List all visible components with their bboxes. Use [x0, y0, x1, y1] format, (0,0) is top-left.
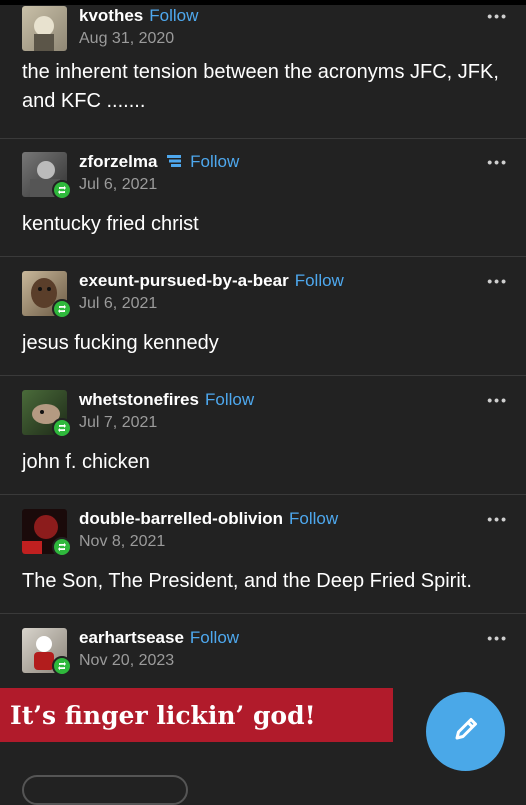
post-date: Jul 7, 2021 [79, 414, 158, 431]
post-text: jesus fucking kennedy [22, 332, 219, 354]
username[interactable]: exeunt-pursued-by-a-bear [79, 271, 289, 290]
username[interactable]: earhartsease [79, 628, 184, 647]
more-options-icon[interactable]: ••• [487, 154, 508, 170]
follow-button[interactable]: Follow [190, 152, 239, 171]
follow-button[interactable]: Follow [149, 6, 198, 25]
more-options-icon[interactable]: ••• [487, 392, 508, 408]
post-text: kentucky fried christ [22, 213, 199, 235]
reblog-icon [52, 180, 72, 200]
follow-button[interactable]: Follow [205, 390, 254, 409]
post: exeunt-pursued-by-a-bear Follow Jul 6, 20… [0, 257, 526, 376]
post-header: kvothes Follow [79, 6, 198, 26]
post-text: the inherent tension between the acronym… [22, 61, 499, 112]
more-options-icon[interactable]: ••• [487, 630, 508, 646]
post-date: Nov 8, 2021 [79, 533, 166, 550]
username[interactable]: zforzelma [79, 152, 157, 171]
post-image-banner: It’s finger lickin’ god! [0, 688, 393, 742]
post-date: Jul 6, 2021 [79, 295, 158, 312]
more-options-icon[interactable]: ••• [487, 8, 508, 24]
post-header: double-barrelled-oblivion Follow [79, 509, 338, 529]
post: double-barrelled-oblivion Follow Nov 8, 2… [0, 495, 526, 614]
post-text: john f. chicken [22, 451, 150, 473]
reblog-icon [52, 656, 72, 676]
post: kvothes Follow Aug 31, 2020 ••• the inher… [0, 0, 526, 139]
post-date: Jul 6, 2021 [79, 176, 158, 193]
follow-button[interactable]: Follow [295, 271, 344, 290]
reblog-icon [52, 418, 72, 438]
username[interactable]: whetstonefires [79, 390, 199, 409]
post-date: Aug 31, 2020 [79, 30, 175, 47]
reblog-icon [52, 537, 72, 557]
avatar[interactable] [22, 6, 67, 51]
post-text: The Son, The President, and the Deep Fri… [22, 570, 472, 592]
more-options-icon[interactable]: ••• [487, 511, 508, 527]
more-options-icon[interactable]: ••• [487, 273, 508, 289]
post-header: earhartsease Follow [79, 628, 239, 648]
bottom-pill-button[interactable] [22, 775, 188, 805]
username[interactable]: double-barrelled-oblivion [79, 509, 283, 528]
follow-button[interactable]: Follow [289, 509, 338, 528]
pencil-icon [449, 712, 483, 751]
post-date: Nov 20, 2023 [79, 652, 175, 669]
compose-button[interactable] [426, 692, 505, 771]
post: zforzelma Follow Jul 6, 2021 ••• kentuck… [0, 138, 526, 257]
post-header: exeunt-pursued-by-a-bear Follow [79, 271, 344, 291]
post-header: whetstonefires Follow [79, 390, 254, 410]
post-header: zforzelma Follow [79, 152, 239, 173]
reblog-icon [52, 299, 72, 319]
follow-button[interactable]: Follow [190, 628, 239, 647]
badge-icon [166, 153, 184, 173]
post: whetstonefires Follow Jul 7, 2021 ••• joh… [0, 376, 526, 495]
username[interactable]: kvothes [79, 6, 143, 25]
